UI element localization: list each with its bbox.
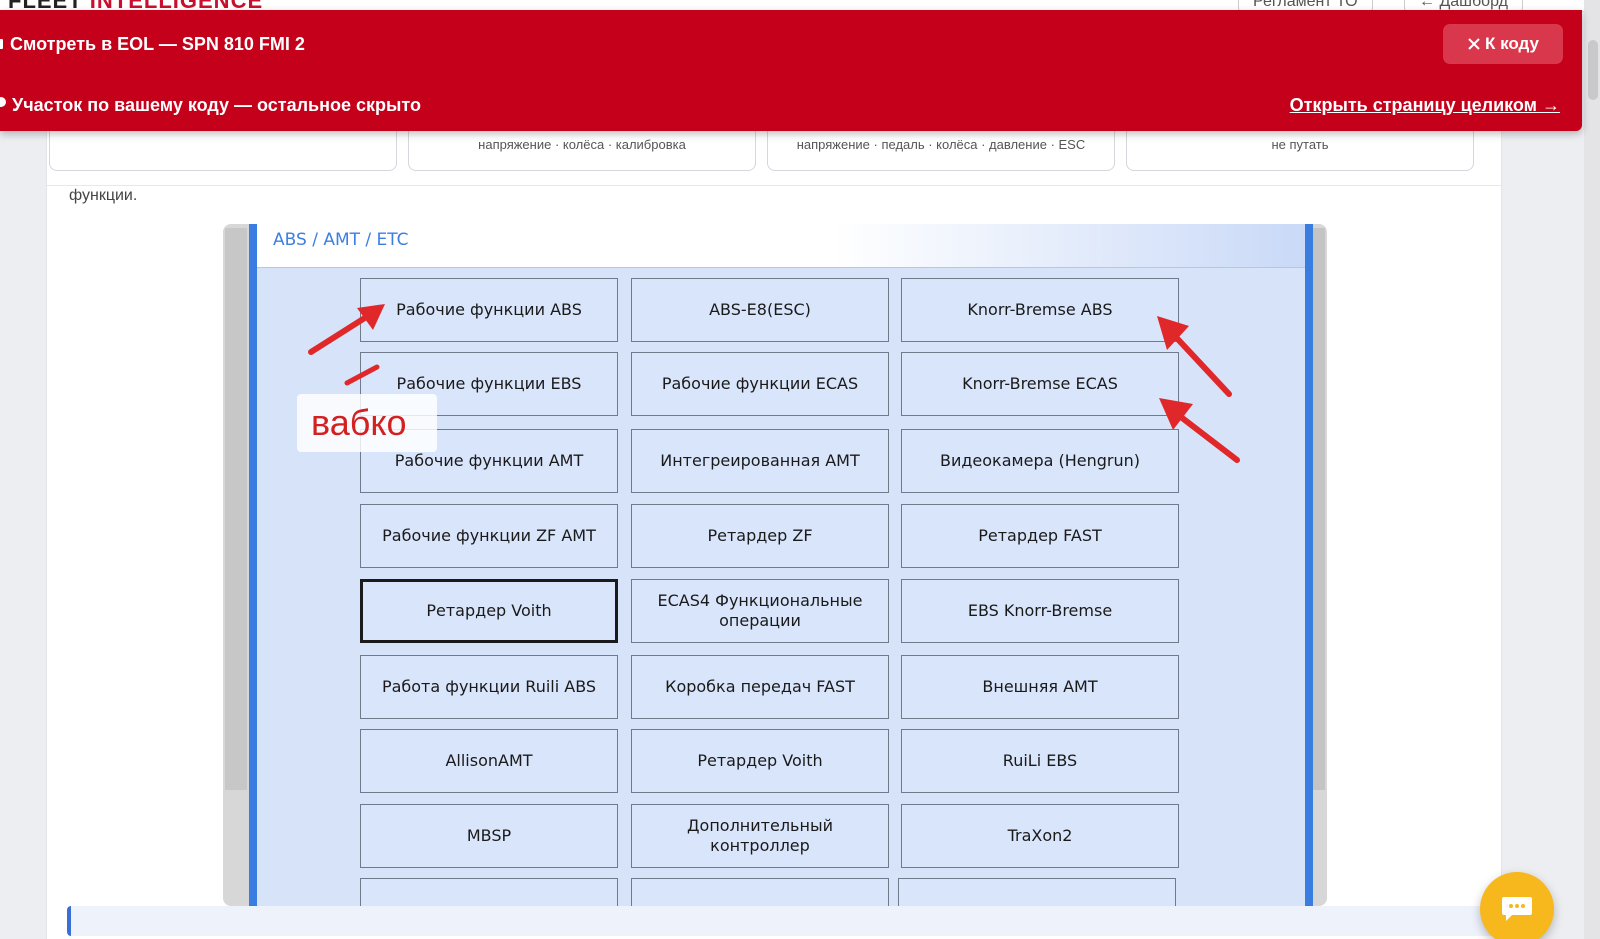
func-button: TraXon2 — [901, 804, 1179, 868]
func-button: ABS-E8(ESC) — [631, 278, 889, 342]
func-button: Дополнительный контроллер — [631, 804, 889, 868]
divider — [47, 185, 1503, 186]
screenshot-right-scrollbar — [1311, 228, 1325, 790]
func-button: ECAS4 Функциональные операции — [631, 579, 889, 643]
func-button-partial — [360, 878, 618, 906]
func-button: Работа функции Ruili ABS — [360, 655, 618, 719]
func-button: EBS Knorr-Bremse — [901, 579, 1179, 643]
screenshot-title: ABS / AMT / ETC — [273, 230, 409, 250]
eol-banner: Смотреть в EOL — SPN 810 FMI 2 К коду Уч… — [0, 10, 1582, 131]
func-button: RuiLi EBS — [901, 729, 1179, 793]
banner-title: Смотреть в EOL — SPN 810 FMI 2 — [10, 34, 305, 54]
banner-subtitle: Участок по вашему коду — остальное скрыт… — [12, 95, 421, 115]
intro-text: функции. — [69, 187, 138, 204]
page-scrollbar-thumb[interactable] — [1588, 40, 1598, 100]
page-scrollbar[interactable] — [1584, 0, 1600, 939]
screenshot-header: ABS / AMT / ETC — [257, 224, 1305, 268]
func-button: Видеокамера (Hengrun) — [901, 429, 1179, 493]
back-to-code-label: К коду — [1485, 34, 1539, 53]
func-button-selected: Ретардер Voith — [360, 579, 618, 643]
func-button-partial — [898, 878, 1176, 906]
func-button: Рабочие функции ABS — [360, 278, 618, 342]
close-icon — [1468, 38, 1480, 50]
func-button: Рабочие функции ECAS — [631, 352, 889, 416]
func-button: Knorr-Bremse ECAS — [901, 352, 1179, 416]
func-button: AllisonAMT — [360, 729, 618, 793]
chat-bubble-icon — [1502, 897, 1532, 921]
diagnostic-screenshot: ABS / AMT / ETC Рабочие функции ABS ABS-… — [223, 224, 1327, 906]
info-callout — [67, 906, 1503, 936]
func-button: Внешняя AMT — [901, 655, 1179, 719]
func-button: Ретардер ZF — [631, 504, 889, 568]
wabko-overlay-label: вабко — [297, 394, 437, 452]
func-button: Коробка передач FAST — [631, 655, 889, 719]
func-button: Интегреированная AMT — [631, 429, 889, 493]
func-button-partial — [631, 878, 889, 906]
func-button: Ретардер Voith — [631, 729, 889, 793]
screenshot-left-scrollbar — [225, 228, 247, 790]
chat-button[interactable] — [1480, 872, 1554, 939]
screenshot-frame: ABS / AMT / ETC Рабочие функции ABS ABS-… — [249, 224, 1313, 906]
back-to-code-button[interactable]: К коду — [1443, 24, 1563, 64]
func-button: Рабочие функции ZF AMT — [360, 504, 618, 568]
func-button: MBSP — [360, 804, 618, 868]
func-button: Ретардер FAST — [901, 504, 1179, 568]
banner-marker-icon — [0, 39, 3, 49]
func-button: Knorr-Bremse ABS — [901, 278, 1179, 342]
content-panel: напряжение · колёса · калибровка напряже… — [46, 120, 1503, 939]
banner-dot-icon — [0, 97, 6, 107]
open-full-page-link[interactable]: Открыть страницу целиком → — [1290, 95, 1560, 116]
screenshot-body: ABS / AMT / ETC Рабочие функции ABS ABS-… — [257, 224, 1305, 906]
